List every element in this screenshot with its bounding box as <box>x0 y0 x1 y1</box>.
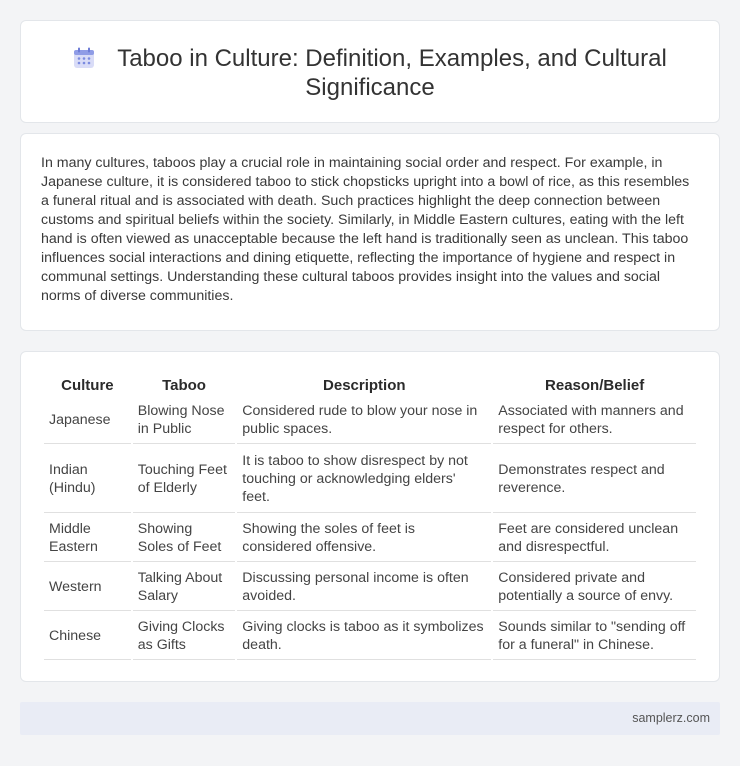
footer-bar: samplerz.com <box>20 702 720 735</box>
cell-culture: Indian (Hindu) <box>44 446 131 513</box>
table-row: Western Talking About Salary Discussing … <box>44 564 696 611</box>
cell-culture: Japanese <box>44 397 131 444</box>
cell-description: Showing the soles of feet is considered … <box>237 515 492 562</box>
header-reason: Reason/Belief <box>545 377 645 394</box>
title-line-2: Significance <box>305 74 435 101</box>
table-row: Middle Eastern Showing Soles of Feet Sho… <box>44 515 696 562</box>
table-card: Culture Taboo Description Reason/Belief … <box>20 351 720 682</box>
cell-description: It is taboo to show disrespect by not to… <box>237 446 492 513</box>
cell-reason: Associated with manners and respect for … <box>493 397 696 444</box>
calendar-icon <box>74 47 95 68</box>
table-row: Chinese Giving Clocks as Gifts Giving cl… <box>44 613 696 660</box>
cell-culture: Chinese <box>44 613 131 660</box>
cell-reason: Sounds similar to "sending off for a fun… <box>493 613 696 660</box>
table-header-row: Culture Taboo Description Reason/Belief <box>44 375 696 395</box>
cell-culture: Middle Eastern <box>44 515 131 562</box>
table-row: Indian (Hindu) Touching Feet of Elderly … <box>44 446 696 513</box>
intro-card: In many cultures, taboos play a crucial … <box>20 133 720 331</box>
cell-taboo: Blowing Nose in Public <box>132 397 236 444</box>
intro-paragraph: In many cultures, taboos play a crucial … <box>41 155 690 304</box>
cell-reason: Considered private and potentially a sou… <box>493 564 696 611</box>
cell-description: Giving clocks is taboo as it symbolizes … <box>237 613 492 660</box>
page-title: Taboo in Culture: Definition, Examples, … <box>21 44 719 102</box>
title-card: Taboo in Culture: Definition, Examples, … <box>20 20 720 123</box>
table-row: Japanese Blowing Nose in Public Consider… <box>44 397 696 444</box>
title-line-1: Taboo in Culture: Definition, Examples, … <box>117 45 667 72</box>
cell-culture: Western <box>44 564 131 611</box>
cell-taboo: Giving Clocks as Gifts <box>132 613 236 660</box>
cell-description: Discussing personal income is often avoi… <box>237 564 492 611</box>
cell-taboo: Touching Feet of Elderly <box>132 446 236 513</box>
cell-reason: Feet are considered unclean and disrespe… <box>493 515 696 562</box>
cell-reason: Demonstrates respect and reverence. <box>493 446 696 513</box>
header-taboo: Taboo <box>162 377 206 394</box>
cell-description: Considered rude to blow your nose in pub… <box>237 397 492 444</box>
footer-site-link[interactable]: samplerz.com <box>632 711 710 725</box>
cell-taboo: Talking About Salary <box>132 564 236 611</box>
cell-taboo: Showing Soles of Feet <box>132 515 236 562</box>
header-description: Description <box>323 377 406 394</box>
header-culture: Culture <box>61 377 114 394</box>
taboo-table: Culture Taboo Description Reason/Belief … <box>42 373 698 662</box>
